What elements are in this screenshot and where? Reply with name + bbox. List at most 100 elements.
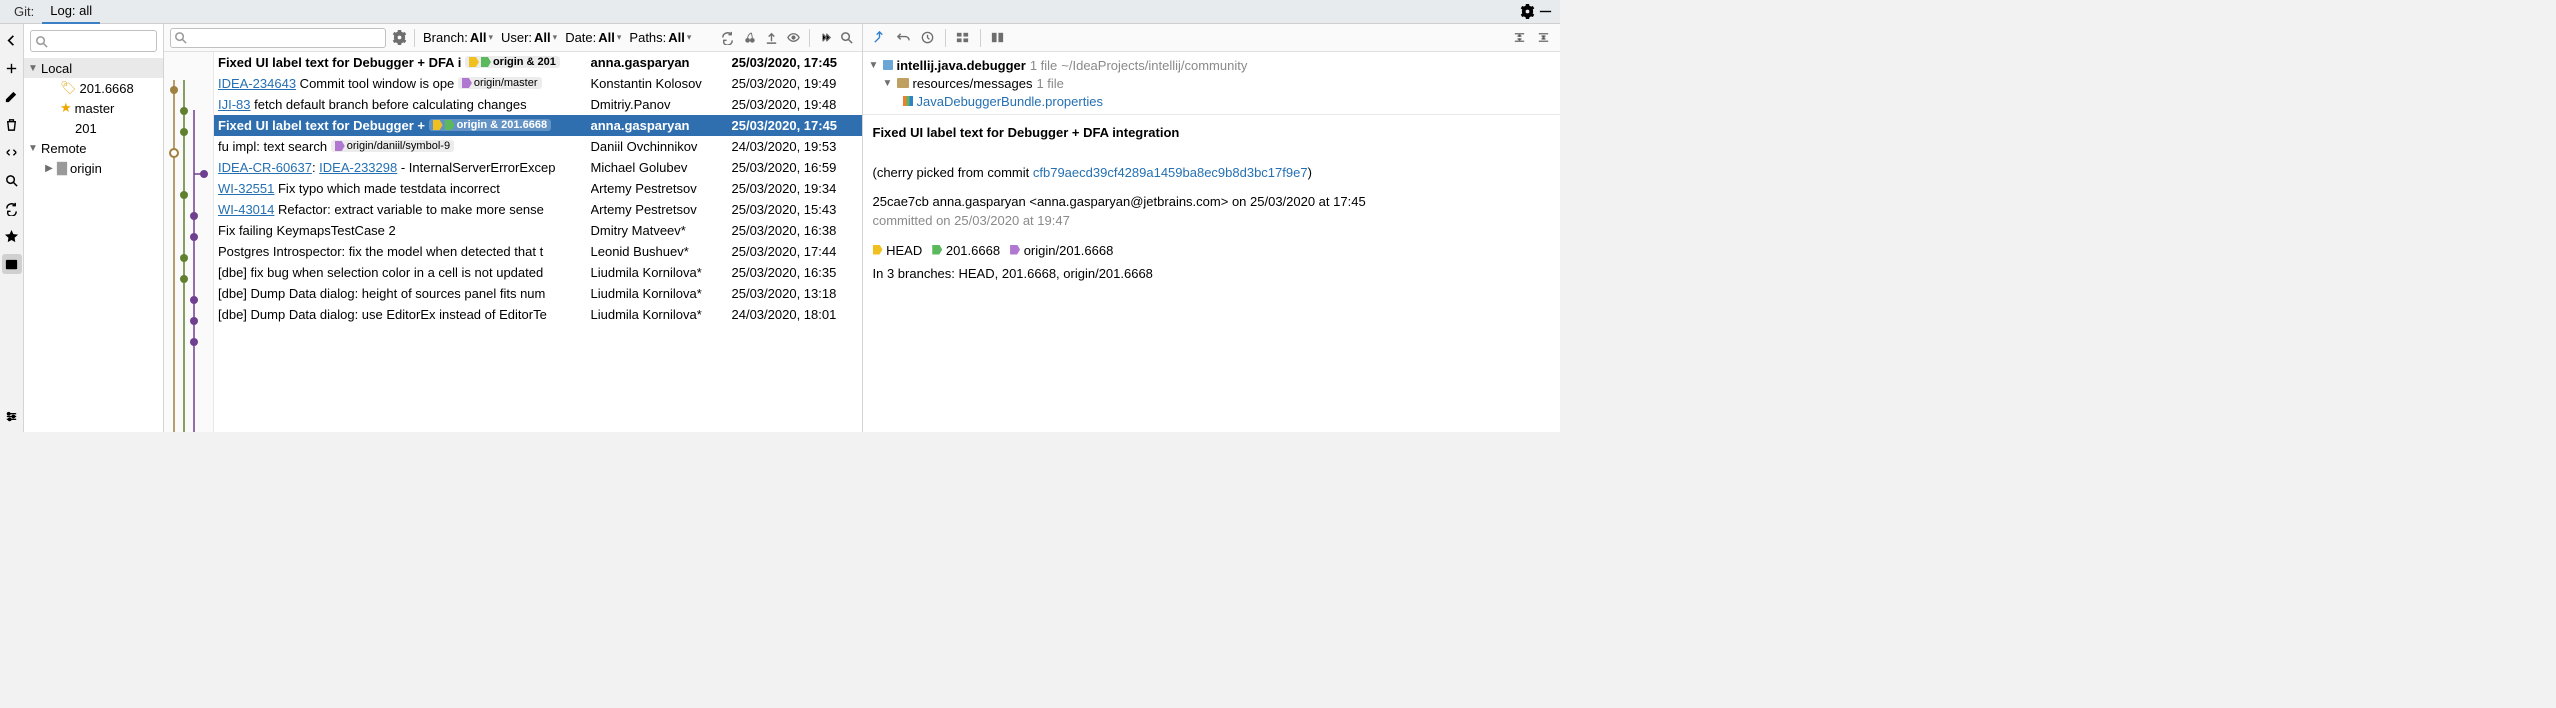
cherry-hash[interactable]: cfb79aecd39cf4289a1459ba8ec9b8d3bc17f9e7 — [1033, 165, 1308, 180]
cherry-pick-icon[interactable] — [741, 29, 759, 47]
refresh-icon[interactable] — [2, 198, 22, 218]
commit-message: [dbe] fix bug when selection color in a … — [218, 265, 585, 280]
commit-search-input[interactable] — [170, 28, 386, 48]
expand-icon[interactable] — [1510, 29, 1528, 47]
commit-message: IDEA-234643 Commit tool window is ope or… — [218, 76, 585, 91]
commit-row[interactable]: IDEA-234643 Commit tool window is ope or… — [214, 73, 862, 94]
commit-row[interactable]: [dbe] Dump Data dialog: height of source… — [214, 283, 862, 304]
branch-badge: origin & 201 — [465, 56, 560, 68]
issue-link[interactable]: IDEA-234643 — [218, 76, 296, 91]
history-icon[interactable] — [919, 29, 937, 47]
commit-row[interactable]: IJI-83 fetch default branch before calcu… — [214, 94, 862, 115]
detail-file-row[interactable]: JavaDebuggerBundle.properties — [869, 92, 1555, 110]
commit-row[interactable]: WI-32551 Fix typo which made testdata in… — [214, 178, 862, 199]
detail-module-row[interactable]: ▼intellij.java.debugger 1 file ~/IdeaPro… — [869, 56, 1555, 74]
branch-201.6668[interactable]: 🏷201.6668 — [24, 78, 163, 98]
branch-tag-icon — [335, 141, 345, 151]
find-icon[interactable] — [838, 29, 856, 47]
refresh-icon[interactable] — [719, 29, 737, 47]
branch-201[interactable]: 201 — [24, 118, 163, 138]
commit-row[interactable]: IDEA-CR-60637: IDEA-233298 - InternalSer… — [214, 157, 862, 178]
ref-badge: HEAD — [873, 243, 923, 258]
tree-remote-header[interactable]: ▼Remote — [24, 138, 163, 158]
commit-row[interactable]: Fixed UI label text for Debugger + origi… — [214, 115, 862, 136]
commit-row[interactable]: Postgres Introspector: fix the model whe… — [214, 241, 862, 262]
settings-icon[interactable] — [2, 406, 22, 426]
commit-date: 25/03/2020, 15:43 — [732, 202, 862, 217]
branch-tag-icon — [433, 120, 443, 130]
tag-icon — [1010, 245, 1020, 255]
branch-search[interactable] — [30, 30, 157, 52]
branch-master[interactable]: ★master — [24, 98, 163, 118]
commit-message: Fixed UI label text for Debugger + origi… — [218, 118, 585, 133]
undo-icon[interactable] — [895, 29, 913, 47]
star-icon[interactable] — [2, 226, 22, 246]
issue-link[interactable]: IJI-83 — [218, 97, 251, 112]
branches-line: In 3 branches: HEAD, 201.6668, origin/20… — [863, 262, 1561, 285]
commit-author: Daniil Ovchinnikov — [591, 139, 726, 154]
more-icon[interactable] — [816, 29, 834, 47]
origin-label: origin — [70, 161, 102, 176]
commit-message: [dbe] Dump Data dialog: use EditorEx ins… — [218, 307, 585, 322]
commit-date: 25/03/2020, 19:49 — [732, 76, 862, 91]
remote-label: Remote — [41, 141, 87, 156]
cherry-pick-note: (cherry picked from commit cfb79aecd39cf… — [873, 163, 1551, 184]
commit-message: fu impl: text search origin/daniil/symbo… — [218, 139, 585, 154]
filter-user[interactable]: User: All ▾ — [499, 30, 559, 45]
file-icon — [903, 96, 913, 106]
commit-author: Liudmila Kornilova* — [591, 265, 726, 280]
back-icon[interactable] — [2, 30, 22, 50]
commit-row[interactable]: WI-43014 Refactor: extract variable to m… — [214, 199, 862, 220]
search-icon — [172, 30, 188, 46]
commit-row[interactable]: Fixed UI label text for Debugger + DFA i… — [214, 52, 862, 73]
filter-paths[interactable]: Paths: All ▾ — [627, 30, 693, 45]
layout-icon[interactable] — [989, 29, 1007, 47]
branch-search-input[interactable] — [30, 30, 157, 52]
collapse-icon[interactable] — [2, 142, 22, 162]
folder-icon: ▇ — [57, 160, 67, 176]
branch-tag-icon — [445, 120, 455, 130]
delete-icon[interactable] — [2, 114, 22, 134]
commit-row[interactable]: [dbe] Dump Data dialog: use EditorEx ins… — [214, 304, 862, 325]
issue-link[interactable]: WI-43014 — [218, 202, 274, 217]
issue-link[interactable]: WI-32551 — [218, 181, 274, 196]
filter-date[interactable]: Date: All ▾ — [563, 30, 623, 45]
commit-row[interactable]: fu impl: text search origin/daniil/symbo… — [214, 136, 862, 157]
branch-label: master — [75, 101, 115, 116]
issue-link[interactable]: IDEA-233298 — [319, 160, 397, 175]
eye-icon[interactable] — [785, 29, 803, 47]
layout-icon[interactable] — [2, 254, 22, 274]
committed-line: committed on 25/03/2020 at 19:47 — [873, 211, 1551, 231]
commit-search[interactable] — [170, 28, 386, 48]
commit-author: Liudmila Kornilova* — [591, 286, 726, 301]
gear-icon[interactable] — [1518, 3, 1536, 21]
tree-local-header[interactable]: ▼Local — [24, 58, 163, 78]
filter-branch[interactable]: Branch: All ▾ — [421, 30, 495, 45]
branch-tag-icon — [469, 57, 479, 67]
tree-origin[interactable]: ▶▇origin — [24, 158, 163, 178]
detail-folder-row[interactable]: ▼resources/messages 1 file — [869, 74, 1555, 92]
tab-log-all[interactable]: Log: all — [42, 0, 100, 25]
collapse-icon[interactable] — [1534, 29, 1552, 47]
commit-date: 25/03/2020, 17:45 — [732, 118, 862, 133]
branch-badge: origin/daniil/symbol-9 — [331, 140, 454, 152]
gear-icon[interactable] — [390, 29, 408, 47]
issue-link[interactable]: IDEA-CR-60637 — [218, 160, 312, 175]
branch-tag-icon — [462, 78, 472, 88]
plus-icon[interactable] — [2, 58, 22, 78]
author-email[interactable]: <anna.gasparyan@jetbrains.com> — [1029, 194, 1228, 209]
commit-date: 25/03/2020, 19:34 — [732, 181, 862, 196]
commit-message: Postgres Introspector: fix the model whe… — [218, 244, 585, 259]
minimize-icon[interactable] — [1536, 3, 1554, 21]
commit-message: [dbe] Dump Data dialog: height of source… — [218, 286, 585, 301]
commit-date: 25/03/2020, 16:38 — [732, 223, 862, 238]
commit-row[interactable]: Fix failing KeymapsTestCase 2 Dmitry Mat… — [214, 220, 862, 241]
commit-row[interactable]: [dbe] fix bug when selection color in a … — [214, 262, 862, 283]
folder-name: resources/messages — [913, 76, 1033, 91]
search-icon[interactable] — [2, 170, 22, 190]
group-icon[interactable] — [954, 29, 972, 47]
commit-author: Konstantin Kolosov — [591, 76, 726, 91]
pin-icon[interactable] — [871, 29, 889, 47]
edit-icon[interactable] — [2, 86, 22, 106]
push-icon[interactable] — [763, 29, 781, 47]
